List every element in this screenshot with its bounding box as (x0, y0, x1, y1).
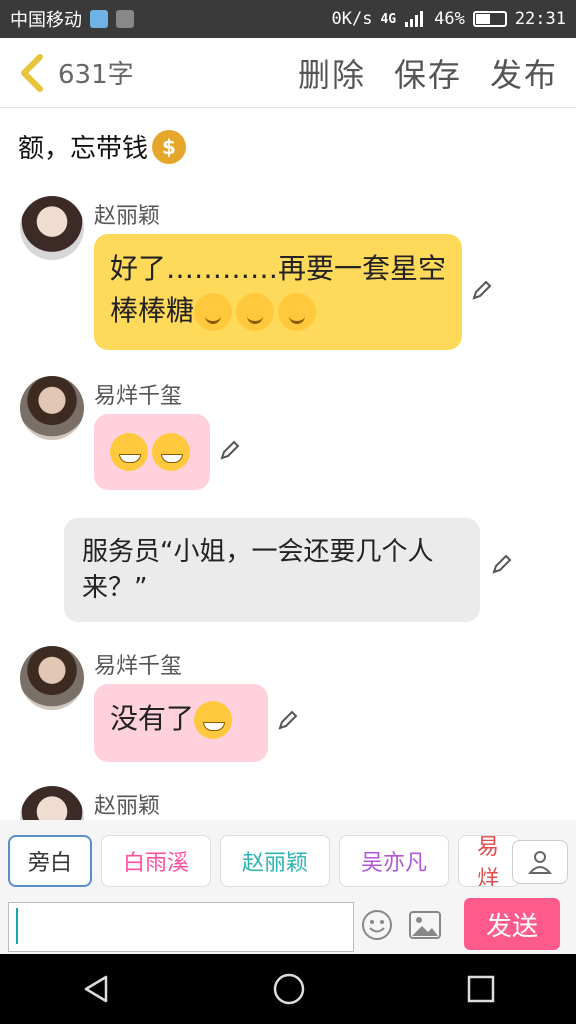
carrier-label: 中国移动 (10, 10, 82, 31)
save-button[interactable]: 保存 (394, 50, 462, 96)
notification-app-icon (90, 10, 108, 28)
header-bar: 631字 删除 保存 发布 (0, 38, 576, 108)
grin-emoji-icon (110, 433, 148, 471)
chevron-left-icon (21, 53, 43, 92)
image-icon[interactable] (408, 910, 442, 940)
back-button[interactable] (8, 38, 54, 108)
wink-emoji-icon (278, 293, 317, 331)
back-triangle-icon[interactable] (80, 973, 112, 1005)
speaker-name: 易烊千玺 (94, 384, 183, 409)
pencil-icon[interactable] (218, 440, 240, 462)
pencil-icon[interactable] (490, 554, 512, 576)
battery-percent: 46% (434, 9, 465, 29)
message-bubble[interactable]: 没有了 (94, 684, 268, 762)
person-icon (527, 851, 553, 874)
home-circle-icon[interactable] (272, 972, 306, 1006)
narration-bubble[interactable]: 服务员“小姐，一会还要几个人来？” (64, 518, 480, 622)
signal-icon (405, 11, 424, 27)
message-bubble[interactable]: 好了…………再要一套星空棒棒糖 (94, 234, 462, 350)
speaker-name: 易烊千玺 (94, 654, 183, 679)
character-tab-zhao-liying[interactable]: 赵丽颖 (220, 835, 330, 887)
send-button[interactable]: 发送 (464, 898, 560, 950)
emoji-icon[interactable] (360, 908, 394, 942)
avatar (20, 196, 84, 260)
message-text: 服务员“小姐，一会还要几个人来？” (82, 537, 434, 603)
system-nav-bar (0, 954, 576, 1024)
network-speed: 0K/s (331, 9, 373, 29)
status-bar: 中国移动 0K/s 4G 46% 22:31 (0, 0, 576, 38)
message-bubble[interactable] (94, 414, 210, 490)
avatar (20, 786, 84, 820)
avatar (20, 376, 84, 440)
character-tab-bai-yuxi[interactable]: 白雨溪 (101, 835, 211, 887)
manage-characters-button[interactable] (512, 840, 568, 884)
narration-line[interactable]: 额，忘带钱 $ (18, 128, 187, 165)
message-input[interactable] (8, 902, 354, 952)
char-count: 631字 (58, 60, 134, 90)
speaker-name: 赵丽颖 (94, 204, 161, 229)
wink-emoji-icon (236, 293, 275, 331)
grin-emoji-icon (194, 701, 233, 739)
publish-button[interactable]: 发布 (490, 50, 558, 96)
story-scroll-area[interactable]: 额，忘带钱 $ 赵丽颖 好了…………再要一套星空棒棒糖 易烊千玺 服务员“小姐，… (0, 108, 576, 820)
wink-emoji-icon (194, 293, 233, 331)
avatar (20, 646, 84, 710)
battery-icon (472, 11, 507, 27)
narration-text: 额，忘带钱 (18, 134, 149, 164)
delete-button[interactable]: 删除 (298, 50, 366, 96)
network-type-1: 4G (380, 11, 397, 27)
pencil-icon[interactable] (276, 710, 298, 732)
text-caret (16, 908, 18, 944)
pencil-icon[interactable] (470, 280, 492, 302)
notification-image-icon (116, 10, 134, 28)
recents-square-icon[interactable] (466, 974, 496, 1004)
grin-emoji-icon (152, 433, 190, 471)
money-bag-icon: $ (152, 129, 187, 164)
clock: 22:31 (514, 9, 566, 29)
character-tab-yi-yang[interactable]: 易烊 (458, 835, 520, 887)
character-tab-wu-yifan[interactable]: 吴亦凡 (339, 835, 449, 887)
character-tab-narrator[interactable]: 旁白 (8, 835, 92, 887)
speaker-name: 赵丽颖 (94, 794, 161, 819)
character-tabs: 旁白 白雨溪 赵丽颖 吴亦凡 易烊 (0, 820, 576, 902)
message-text: 没有了 (110, 702, 195, 735)
